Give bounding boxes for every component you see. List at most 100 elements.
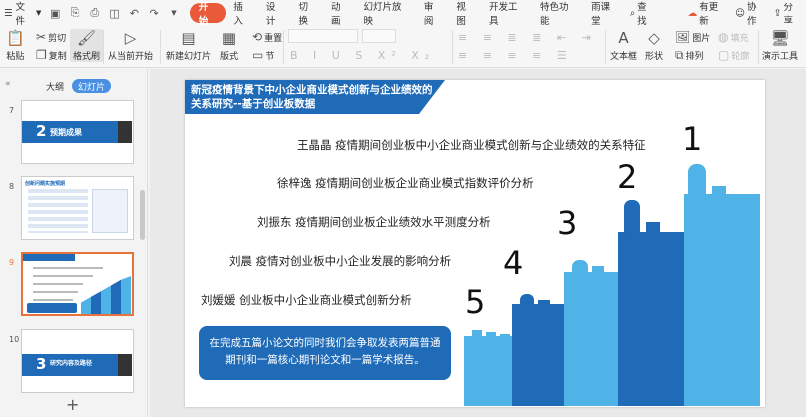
arrange-button[interactable]: ⧉ 排列 (675, 48, 704, 63)
font-style-buttons[interactable]: B I U S X² X₂ (290, 49, 435, 62)
divider (160, 30, 161, 64)
slide-number: 9 (9, 258, 15, 267)
export-pdf-icon[interactable]: ⎘ (68, 6, 82, 20)
hand-4 (512, 294, 568, 406)
shape-icon: ◇ (648, 29, 660, 47)
reset-icon: ⟲ (252, 30, 263, 44)
hand-1 (684, 164, 760, 406)
section-button[interactable]: ▭ 节 (252, 48, 274, 62)
tab-view[interactable]: 视图 (449, 2, 482, 27)
divider (452, 30, 453, 64)
ribbon-toolbar: 📋 粘贴 ✂ 剪切 ❐ 复制 🖌 格式刷 ▷ 从当前开始 ▤ 新建幻灯片 ▦ 版… (0, 26, 806, 68)
paper-item-4[interactable]: 刘晨 疫情对创业板中小企业发展的影响分析 (229, 253, 451, 269)
summary-box[interactable]: 在完成五篇小论文的同时我们会争取发表两篇普通期刊和一篇核心期刊论文和一篇学术报告… (199, 326, 451, 380)
brush-icon: 🖌 (76, 29, 97, 47)
tab-slideshow[interactable]: 幻灯片放映 (357, 2, 417, 27)
search-button[interactable]: ⌕ 查找 (626, 2, 660, 27)
menu-tabs: 开始 插入 设计 切换 动画 幻灯片放映 审阅 视图 开发工具 特色功能 雨课堂 (189, 2, 626, 27)
shape-button[interactable]: ◇ 形状 (645, 29, 663, 62)
demo-tools-button[interactable]: 🖥 演示工具 (762, 29, 798, 62)
paper-item-3[interactable]: 刘振东 疫情期间创业板企业绩效水平测度分析 (257, 214, 491, 230)
align-buttons[interactable]: ≡ ≡ ≡ ≡ ☰ (458, 49, 573, 62)
tab-transition[interactable]: 切换 (291, 2, 324, 27)
from-current-button[interactable]: ▷ 从当前开始 (108, 29, 153, 62)
chevron-down-icon: ▼ (35, 9, 42, 17)
chevron-down-icon[interactable]: ▼ (167, 6, 181, 20)
fill-button[interactable]: ◍ 填充 (718, 30, 749, 44)
print-icon[interactable]: ⎙ (88, 6, 102, 20)
play-icon: ▷ (124, 29, 137, 47)
tab-rainclass[interactable]: 雨课堂 (584, 2, 626, 27)
paper-item-1[interactable]: 王晶晶 疫情期间创业板中小企业商业模式创新与企业绩效的关系特征 (297, 137, 646, 153)
slide-thumbnail-7[interactable]: 2 预期成果 (21, 100, 134, 164)
reset-button[interactable]: ⟲ 重置 (252, 30, 282, 44)
hands-illustration (464, 164, 760, 406)
divider (103, 30, 104, 64)
preview-icon[interactable]: ◫ (108, 6, 122, 20)
presentation-icon: 🖥 (770, 29, 790, 47)
slide-thumbnail-8[interactable]: 创新问题实施预期 (21, 176, 134, 240)
section-icon: ▭ (252, 48, 264, 62)
cut-button[interactable]: ✂ 剪切 (36, 30, 66, 44)
tab-home[interactable]: 开始 (189, 2, 227, 27)
copy-button[interactable]: ❐ 复制 (36, 48, 67, 62)
paste-button[interactable]: 📋 粘贴 (6, 29, 25, 62)
tab-slides[interactable]: 幻灯片 (72, 79, 112, 93)
hamburger-icon: ☰ (4, 7, 13, 19)
image-button[interactable]: 🖼 图片 (675, 30, 710, 44)
layout-button[interactable]: ▦ 版式 (220, 29, 238, 62)
collab-button[interactable]: ☺ 协作 (731, 2, 769, 27)
arrange-icon: ⧉ (675, 48, 684, 62)
font-name-select[interactable] (288, 29, 396, 43)
new-slide-button[interactable]: ▤ 新建幻灯片 (166, 29, 211, 62)
tab-outline[interactable]: 大纲 (40, 79, 70, 93)
format-painter-button[interactable]: 🖌 格式刷 (70, 29, 104, 62)
tab-developer[interactable]: 开发工具 (482, 2, 533, 27)
file-menu[interactable]: ☰ 文件 ▼ (0, 2, 45, 27)
paragraph-buttons[interactable]: ≡ ≡ ≣ ≣ ⇤ ⇥ (458, 31, 597, 44)
slide-number: 8 (9, 182, 15, 191)
redo-icon[interactable]: ↷ (147, 6, 161, 20)
textbox-button[interactable]: A 文本框 (610, 29, 637, 62)
share-icon: ⇪ (773, 7, 782, 19)
slide-title[interactable]: 新冠疫情背景下中小企业商业模式创新与企业绩效的关系研究--基于创业板数据 (185, 80, 445, 114)
outline-button[interactable]: ▢ 轮廓 (718, 48, 749, 62)
update-button[interactable]: ☁ 有更新 (684, 2, 731, 27)
slide-thumbnail-9[interactable] (21, 252, 134, 316)
slide-panel: « 大纲 幻灯片 7 2 预期成果 8 创新问题实施预期 9 10 3 研究内容… (0, 69, 148, 417)
image-icon: 🖼 (675, 30, 691, 44)
scissors-icon: ✂ (36, 30, 47, 44)
slide-number: 10 (9, 335, 20, 344)
tab-design[interactable]: 设计 (259, 2, 292, 27)
slide-thumb-title: 创新问题实施预期 (25, 181, 66, 187)
copy-icon: ❐ (36, 48, 47, 62)
panel-scrollbar[interactable] (140, 190, 145, 240)
slide-index: 3 (36, 355, 47, 373)
search-icon: ⌕ (629, 7, 636, 19)
tab-features[interactable]: 特色功能 (533, 2, 584, 27)
slide-thumb-title: 预期成果 (50, 128, 82, 137)
paper-item-5[interactable]: 刘媛媛 创业板中小企业商业模式创新分析 (201, 292, 412, 308)
tab-insert[interactable]: 插入 (226, 2, 259, 27)
add-slide-button[interactable]: + (66, 395, 79, 414)
rank-number-1: 1 (682, 120, 703, 158)
divider (283, 30, 284, 64)
tab-review[interactable]: 审阅 (417, 2, 450, 27)
divider (605, 30, 606, 64)
save-icon[interactable]: ▣ (48, 6, 62, 20)
hand-5 (464, 330, 516, 406)
collapse-icon[interactable]: « (5, 79, 11, 89)
menu-bar: ☰ 文件 ▼ ▣ ⎘ ⎙ ◫ ↶ ↷ ▼ 开始 插入 设计 切换 动画 幻灯片放… (0, 0, 806, 27)
share-button[interactable]: ⇪ 分享 (770, 3, 806, 23)
hand-3 (564, 260, 622, 406)
textbox-icon: A (618, 29, 629, 47)
new-slide-icon: ▤ (181, 29, 196, 47)
slide-thumbnail-10[interactable]: 3 研究内容及路径 (21, 329, 134, 393)
divider (758, 30, 759, 64)
undo-icon[interactable]: ↶ (127, 6, 141, 20)
user-icon: ☺ (735, 7, 746, 19)
slide[interactable]: 新冠疫情背景下中小企业商业模式创新与企业绩效的关系研究--基于创业板数据 王晶晶… (185, 80, 765, 407)
fill-icon: ◍ (718, 30, 729, 44)
slide-index: 2 (36, 122, 47, 140)
tab-animation[interactable]: 动画 (324, 2, 357, 27)
